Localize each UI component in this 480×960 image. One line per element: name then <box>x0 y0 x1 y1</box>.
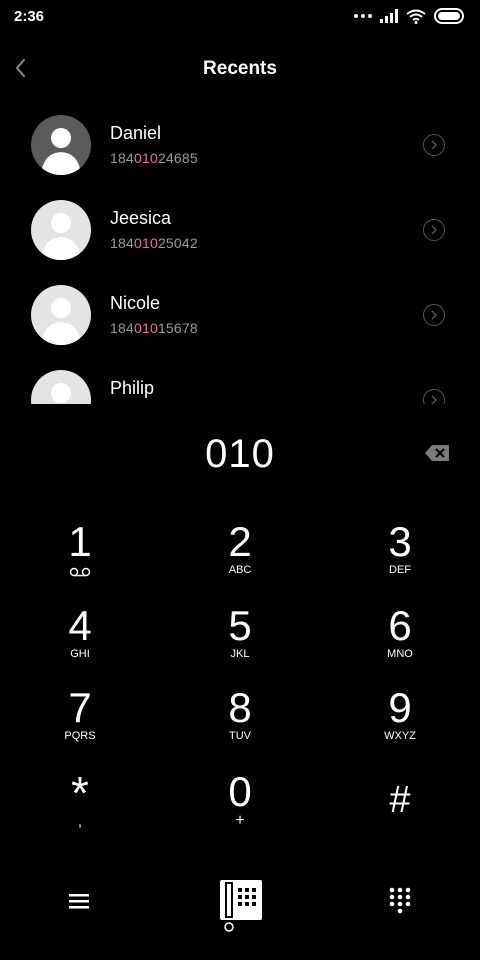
recent-item-nicole[interactable]: Nicole 18401015678 <box>0 274 480 359</box>
contact-name: Jeesica <box>110 208 172 228</box>
key-3[interactable]: 3 DEF <box>350 520 450 590</box>
person-silhouette-icon <box>41 213 81 260</box>
avatar <box>31 200 91 260</box>
key-2[interactable]: 2 ABC <box>190 520 290 590</box>
person-silhouette-icon <box>41 298 81 345</box>
recent-item-jeesica[interactable]: Jeesica 18401025042 <box>0 189 480 274</box>
key-6[interactable]: 6 MNO <box>350 604 450 674</box>
status-icons <box>354 8 466 24</box>
chevron-right-icon <box>431 225 438 235</box>
avatar <box>31 370 91 404</box>
person-silhouette-icon <box>51 383 71 403</box>
number-match: 010 <box>133 320 158 336</box>
dial-entry[interactable]: 010 <box>0 432 480 477</box>
contact-detail-button[interactable] <box>423 304 445 326</box>
contact-detail-button[interactable] <box>423 389 445 404</box>
dialpad-phone-button[interactable] <box>216 878 264 939</box>
desk-phone-icon <box>220 880 262 932</box>
chevron-right-icon <box>431 395 438 404</box>
contact-detail-button[interactable] <box>423 134 445 156</box>
recent-item-philip[interactable]: Philip <box>0 359 480 404</box>
person-silhouette-icon <box>41 128 81 175</box>
contact-number: 18401015678 <box>110 320 198 336</box>
recent-item-daniel[interactable]: Daniel 18401024685 <box>0 104 480 189</box>
battery-icon <box>434 8 464 24</box>
chevron-right-icon <box>431 140 438 150</box>
header: Recents <box>0 44 480 94</box>
bottom-bar <box>0 870 480 940</box>
backspace-button[interactable] <box>424 444 450 467</box>
contact-number: 18401025042 <box>110 235 198 251</box>
dialpad-toggle-button[interactable] <box>388 886 412 921</box>
contact-name: Daniel <box>110 123 162 143</box>
backspace-icon <box>425 445 449 461</box>
number-match: 010 <box>133 150 158 166</box>
contact-detail-button[interactable] <box>423 219 445 241</box>
key-hash[interactable]: # <box>350 770 450 840</box>
recents-list[interactable]: Daniel 18401024685 Jeesica 18401025042 N… <box>0 104 480 404</box>
voicemail-icon <box>69 567 91 577</box>
chevron-right-icon <box>431 310 438 320</box>
key-5[interactable]: 5 JKL <box>190 604 290 674</box>
status-bar: 2:36 <box>0 0 480 34</box>
key-4[interactable]: 4 GHI <box>30 604 130 674</box>
contact-name: Philip <box>110 378 155 398</box>
key-8[interactable]: 8 TUV <box>190 686 290 756</box>
key-1[interactable]: 1 <box>30 520 130 590</box>
contact-name: Nicole <box>110 293 161 313</box>
page-title: Recents <box>203 58 277 79</box>
contact-number: 18401024685 <box>110 150 198 166</box>
key-0[interactable]: 0 + <box>190 770 290 840</box>
dialpad-grid-icon <box>389 887 411 914</box>
phone-screen: 2:36 Recents Daniel 18401024685 Jeesica … <box>0 0 480 960</box>
menu-button[interactable] <box>66 890 94 917</box>
key-9[interactable]: 9 WXYZ <box>350 686 450 756</box>
avatar <box>31 115 91 175</box>
more-dots-icon <box>354 14 372 18</box>
status-time: 2:36 <box>14 8 45 25</box>
wifi-icon <box>406 9 426 24</box>
signal-icon <box>380 9 398 23</box>
menu-icon <box>69 894 89 909</box>
avatar <box>31 285 91 345</box>
key-7[interactable]: 7 PQRS <box>30 686 130 756</box>
key-star[interactable]: * , <box>30 770 130 840</box>
number-match: 010 <box>133 235 158 251</box>
